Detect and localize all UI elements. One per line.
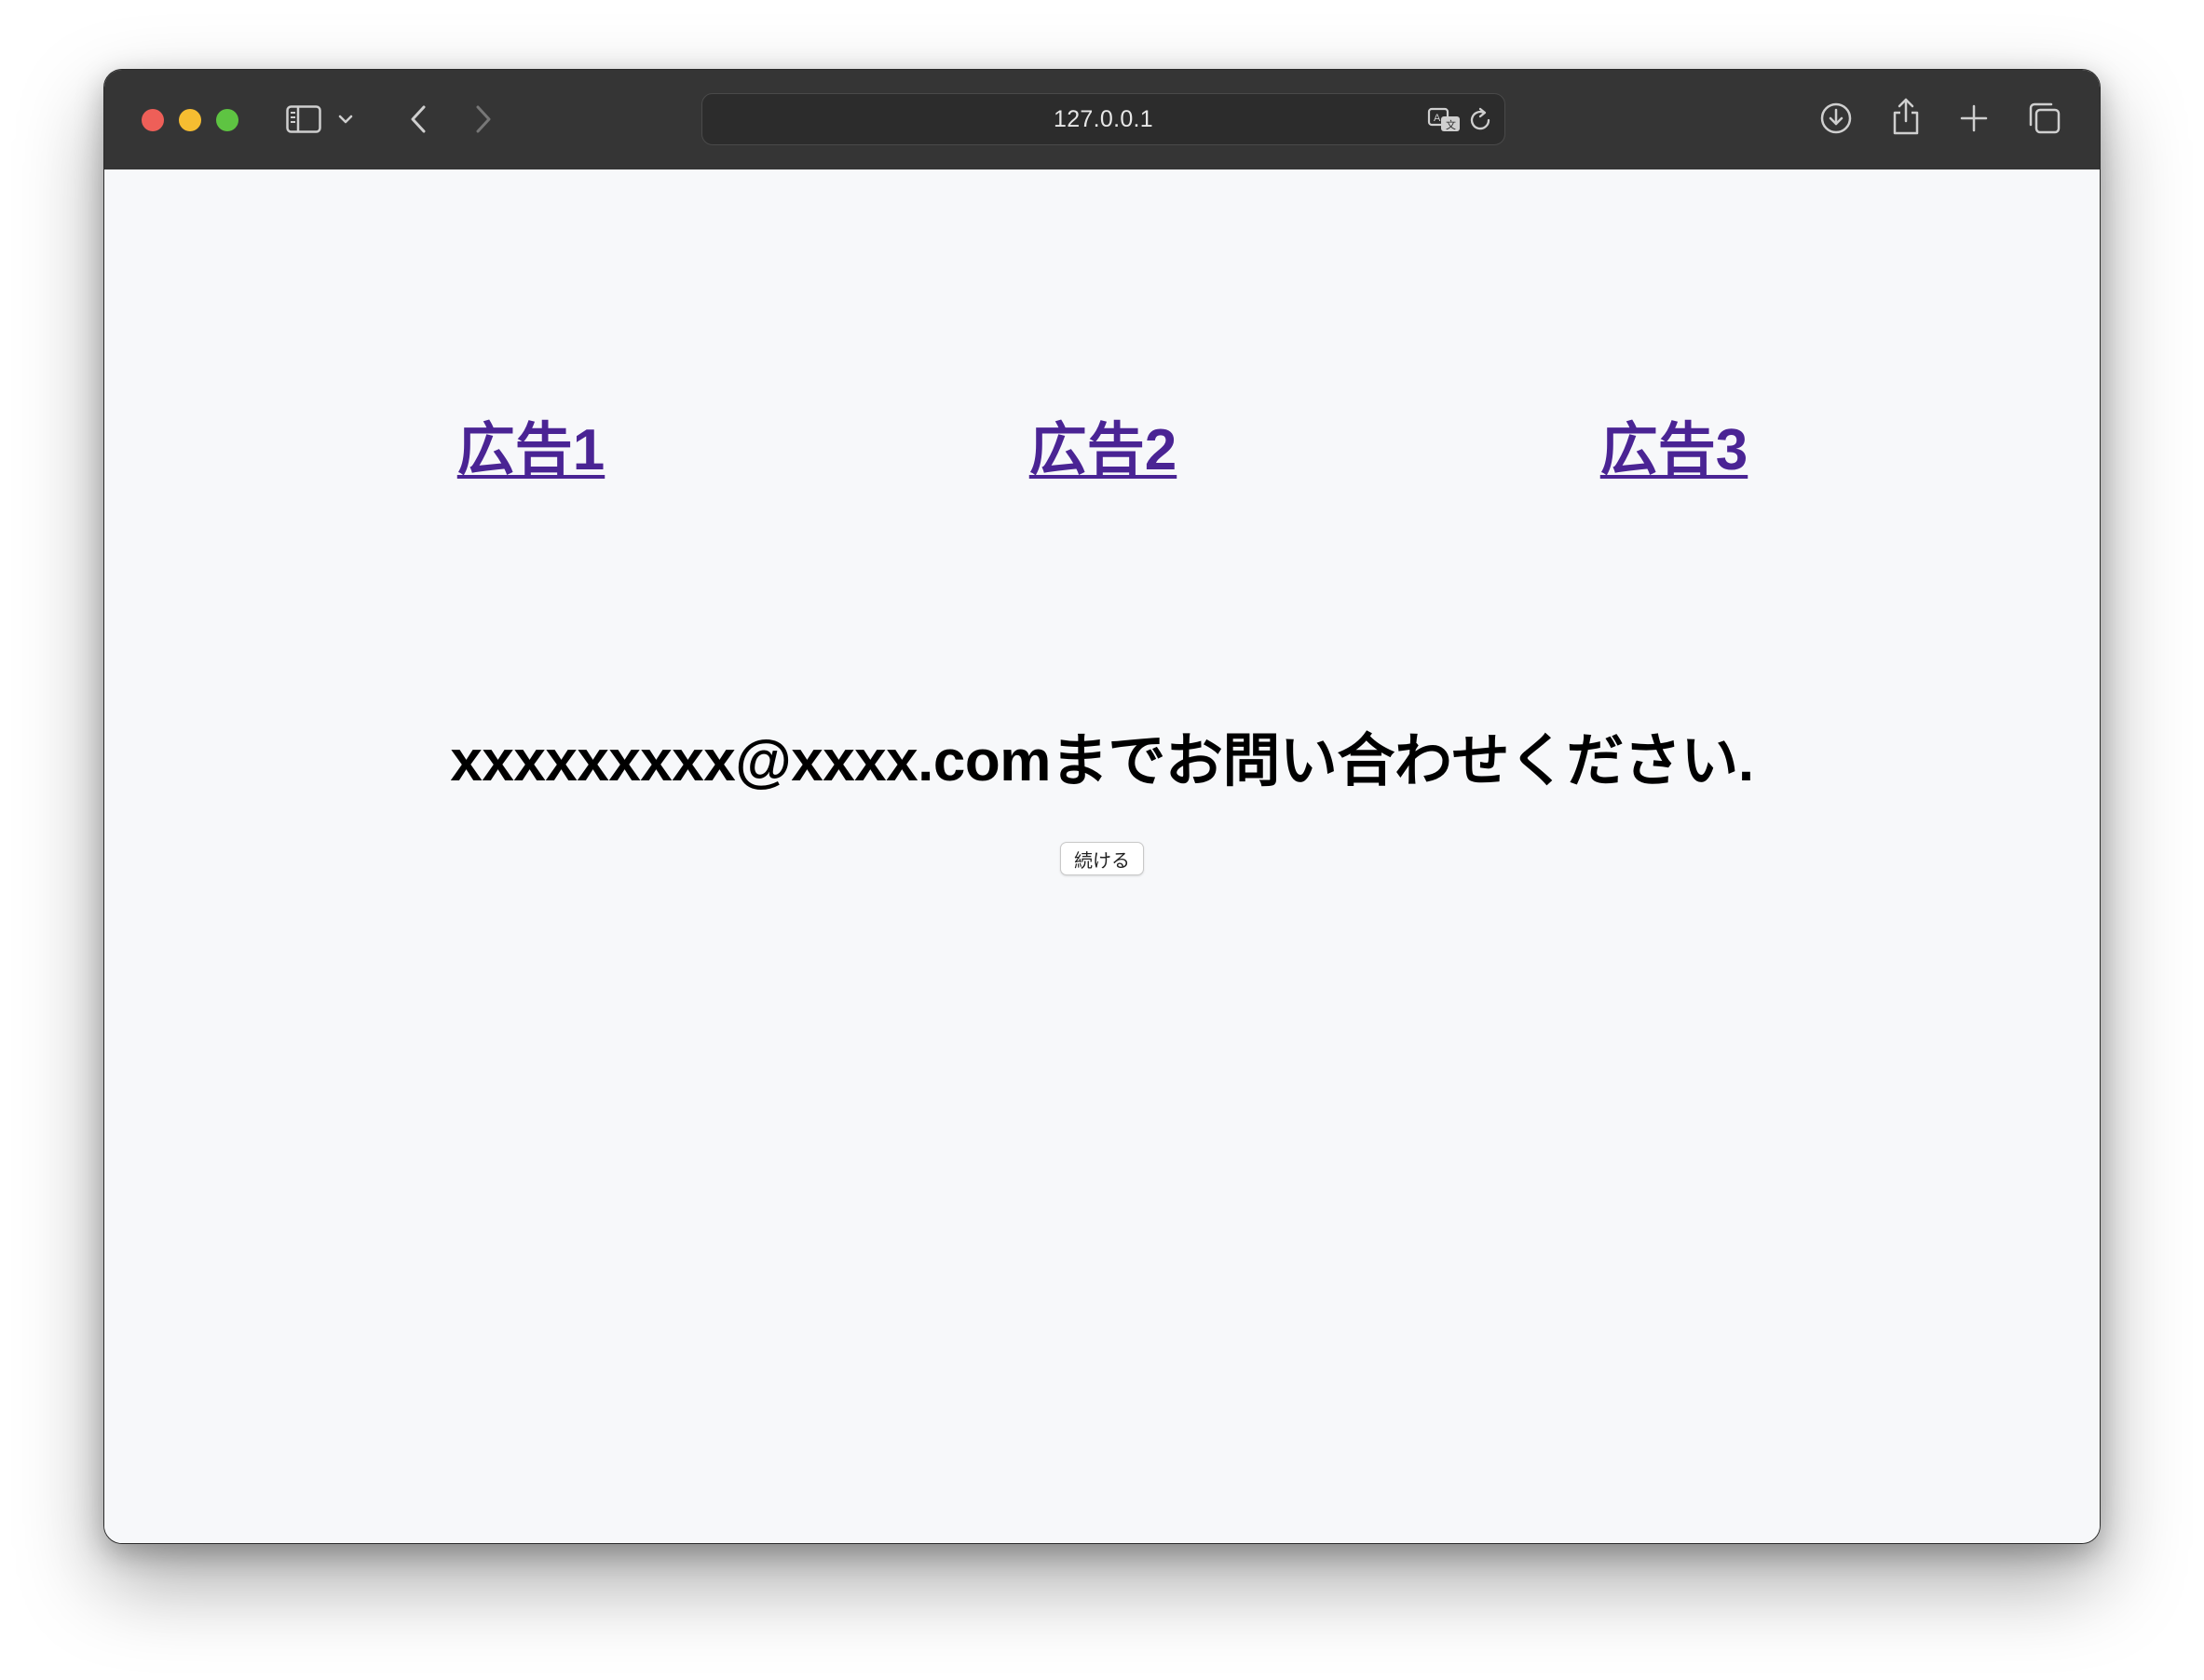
continue-button[interactable]: 続ける xyxy=(1060,842,1144,875)
tabs-overview-icon[interactable] xyxy=(2026,100,2063,137)
download-icon[interactable] xyxy=(1817,100,1855,137)
zoom-window-button[interactable] xyxy=(216,109,238,131)
ad-link-1[interactable]: 広告1 xyxy=(457,402,605,486)
sidebar-icon[interactable] xyxy=(285,103,322,135)
close-window-button[interactable] xyxy=(142,109,164,131)
svg-text:文: 文 xyxy=(1446,118,1456,131)
url-text: 127.0.0.1 xyxy=(1054,105,1153,132)
address-bar[interactable]: 127.0.0.1 A 文 xyxy=(701,93,1505,145)
ad-links-row: 広告1 広告2 広告3 xyxy=(104,402,2100,482)
browser-toolbar: 127.0.0.1 A 文 xyxy=(104,70,2100,169)
chevron-down-icon[interactable] xyxy=(336,107,355,131)
svg-text:A: A xyxy=(1434,113,1441,124)
share-icon[interactable] xyxy=(1889,96,1923,137)
page-content: 広告1 広告2 広告3 xxxxxxxxx@xxxx.comまでお問い合わせくだ… xyxy=(104,169,2100,1543)
chevron-right-icon[interactable] xyxy=(469,102,497,137)
browser-window: 127.0.0.1 A 文 広告1 広告2 広告3 xxxxxxxxx@xxxx… xyxy=(103,69,2101,1544)
contact-message: xxxxxxxxx@xxxx.comまでお問い合わせください. xyxy=(450,729,1754,793)
ad-link-2[interactable]: 広告2 xyxy=(1029,402,1177,486)
reload-icon[interactable] xyxy=(1467,105,1495,135)
translate-icon[interactable]: A 文 xyxy=(1426,105,1463,135)
plus-icon[interactable] xyxy=(1957,102,1991,135)
ad-link-3[interactable]: 広告3 xyxy=(1600,402,1748,486)
minimize-window-button[interactable] xyxy=(179,109,201,131)
chevron-left-icon[interactable] xyxy=(404,102,432,137)
